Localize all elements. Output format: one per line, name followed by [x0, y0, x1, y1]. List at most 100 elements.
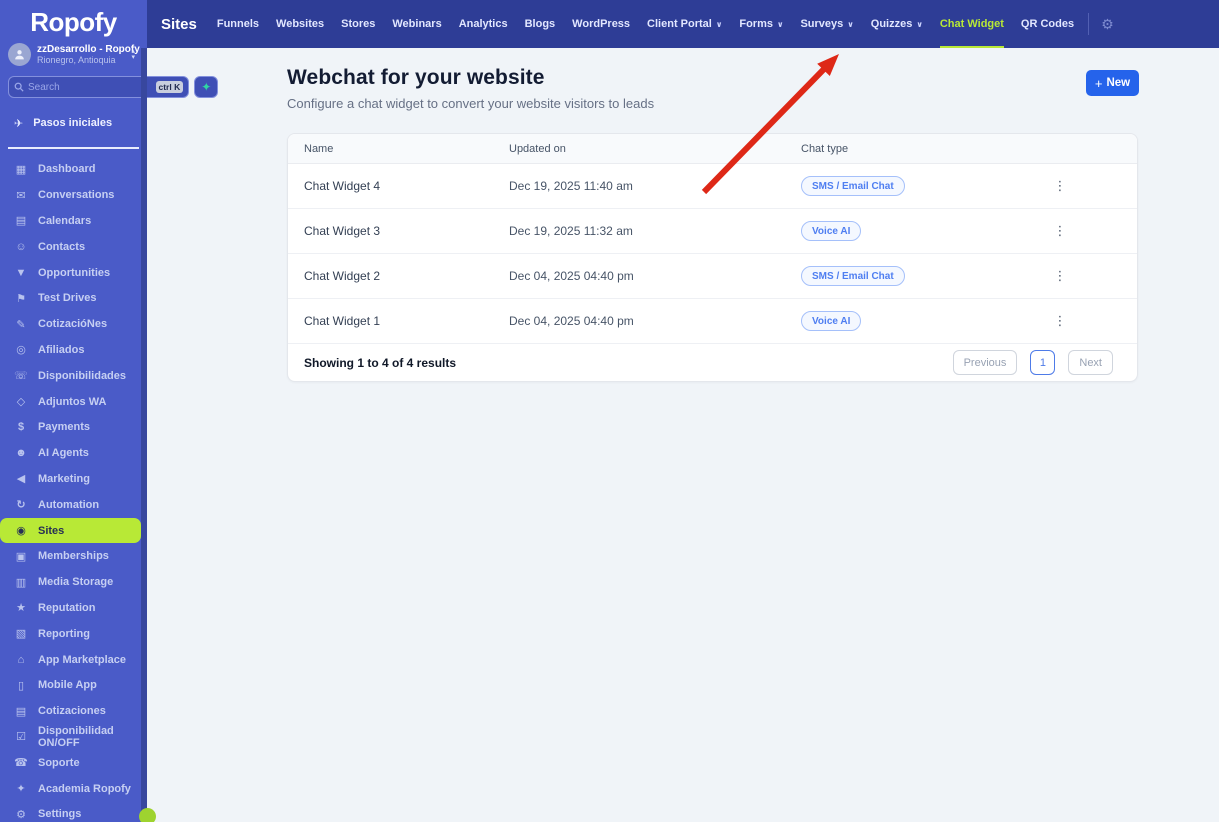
sidebar-item-disponibilidad-onoff[interactable]: ☑ Disponibilidad ON/OFF: [0, 724, 147, 750]
sidebar-item-label: Memberships: [38, 550, 109, 563]
widget-name: Chat Widget 4: [304, 179, 381, 193]
sidebar-divider: [8, 147, 139, 149]
table-row[interactable]: Chat Widget 4 Dec 19, 2025 11:40 am SMS …: [288, 164, 1137, 209]
plus-icon: +: [1094, 75, 1103, 91]
table-row[interactable]: Chat Widget 1 Dec 04, 2025 04:40 pm Voic…: [288, 299, 1137, 344]
sidebar-item-reputation[interactable]: ★ Reputation: [0, 595, 147, 621]
tab-qr-codes[interactable]: QR Codes: [1021, 0, 1074, 48]
paper-plane-icon: ✈: [14, 117, 24, 130]
tab-label: Surveys: [800, 18, 844, 30]
sidebar-item-sites[interactable]: ◉ Sites: [0, 517, 141, 544]
robot-icon: ☻: [15, 447, 27, 460]
chat-bubble-indicator[interactable]: [139, 808, 156, 822]
sidebar-scrollbar[interactable]: [141, 48, 147, 822]
table-row[interactable]: Chat Widget 2 Dec 04, 2025 04:40 pm SMS …: [288, 254, 1137, 299]
sidebar-item-label: Opportunities: [38, 266, 111, 279]
sidebar-item-label: Reputation: [38, 601, 96, 614]
widget-name: Chat Widget 3: [304, 224, 381, 238]
sidebar-item-opportunities[interactable]: ▼ Opportunities: [0, 260, 147, 286]
column-header-updated-on: Updated on: [509, 142, 566, 155]
sidebar-item-adjuntos-wa[interactable]: ◇ Adjuntos WA: [0, 389, 147, 415]
automation-icon: ↻: [16, 499, 26, 512]
ai-sparkle-button[interactable]: ✦: [194, 76, 219, 98]
sidebar-item-payments[interactable]: $ Payments: [0, 414, 147, 440]
tab-surveys[interactable]: Surveys ∨: [800, 0, 853, 48]
sidebar-item-label: Test Drives: [38, 292, 97, 305]
chat-type-badge: Voice AI: [801, 311, 862, 331]
sidebar-item-test-drives[interactable]: ⚑ Test Drives: [0, 285, 147, 311]
page-subtitle: Configure a chat widget to convert your …: [287, 96, 655, 111]
sidebar-item-settings[interactable]: ⚙ Settings: [0, 801, 147, 822]
academy-icon: ✦: [16, 783, 26, 796]
settings-gear-icon[interactable]: ⚙: [1101, 16, 1114, 33]
sidebar: Ropofy zzDesarrollo - Ropofy Rionegro, A…: [0, 0, 219, 822]
tab-quizzes[interactable]: Quizzes ∨: [871, 0, 923, 48]
updated-on: Dec 19, 2025 11:40 am: [509, 179, 633, 193]
sidebar-item-app-marketplace[interactable]: ⌂ App Marketplace: [0, 647, 147, 673]
tab-analytics[interactable]: Analytics: [459, 0, 508, 48]
sidebar-item-automation[interactable]: ↻ Automation: [0, 492, 147, 518]
tab-wordpress[interactable]: WordPress: [572, 0, 630, 48]
sidebar-item-contacts[interactable]: ☺ Contacts: [0, 234, 147, 260]
sidebar-item-dashboard[interactable]: ▦ Dashboard: [0, 157, 147, 183]
dollar-icon: $: [17, 421, 25, 434]
sidebar-item-marketing[interactable]: ◀ Marketing: [0, 466, 147, 492]
quote-doc-icon: ▤: [15, 705, 27, 718]
account-switch-chevrons-icon[interactable]: ▴ ▾: [131, 48, 139, 61]
account-avatar: [8, 43, 31, 66]
account-switcher[interactable]: zzDesarrollo - Ropofy Rionegro, Antioqui…: [0, 38, 147, 66]
previous-button[interactable]: Previous: [952, 350, 1018, 375]
brand-logo: Ropofy: [30, 7, 117, 37]
table-row[interactable]: Chat Widget 3 Dec 19, 2025 11:32 am Voic…: [288, 209, 1137, 254]
star-icon: ★: [16, 602, 26, 615]
main-content: Webchat for your website Configure a cha…: [147, 48, 1219, 822]
sidebar-item-cotizaciones-doc[interactable]: ✎ CotizacióNes: [0, 311, 147, 337]
sidebar-item-reporting[interactable]: ▧ Reporting: [0, 621, 147, 647]
chart-icon: ▧: [15, 628, 27, 641]
new-button[interactable]: + New: [1086, 70, 1139, 96]
sidebar-item-label: Disponibilidades: [38, 369, 127, 382]
sidebar-item-memberships[interactable]: ▣ Memberships: [0, 543, 147, 569]
sidebar-item-label: AI Agents: [38, 447, 89, 460]
tab-funnels[interactable]: Funnels: [217, 0, 259, 48]
sidebar-item-label: Afiliados: [38, 343, 85, 356]
sidebar-item-disponibilidades[interactable]: ☏ Disponibilidades: [0, 363, 147, 389]
updated-on: Dec 04, 2025 04:40 pm: [509, 269, 634, 283]
sidebar-item-conversations[interactable]: ✉ Conversations: [0, 182, 147, 208]
sidebar-item-calendars[interactable]: ▤ Calendars: [0, 208, 147, 234]
sidebar-item-mobile-app[interactable]: ▯ Mobile App: [0, 672, 147, 698]
tab-blogs[interactable]: Blogs: [525, 0, 556, 48]
account-info: zzDesarrollo - Ropofy Rionegro, Antioqui…: [37, 44, 140, 65]
sidebar-item-pasos-iniciales[interactable]: ✈ Pasos iniciales: [0, 111, 147, 135]
globe-icon: ◉: [16, 525, 26, 538]
row-menu-kebab-icon[interactable]: ⋮: [1051, 223, 1069, 239]
tab-chat-widget[interactable]: Chat Widget: [939, 0, 1004, 48]
row-menu-kebab-icon[interactable]: ⋮: [1051, 313, 1069, 329]
tab-label: WordPress: [572, 18, 631, 30]
pagination: Previous 1 Next: [952, 350, 1113, 375]
sidebar-nav-list: ▦ Dashboard ✉ Conversations ▤ Calendars ☺ Co…: [0, 157, 147, 822]
chat-bubble-icon: ✉: [16, 189, 26, 202]
sidebar-item-label: CotizacióNes: [38, 318, 108, 331]
tab-webinars[interactable]: Webinars: [392, 0, 441, 48]
storefront-icon: ⌂: [17, 653, 25, 666]
row-menu-kebab-icon[interactable]: ⋮: [1051, 268, 1069, 284]
sidebar-item-soporte[interactable]: ☎ Soporte: [0, 750, 147, 776]
search-input[interactable]: [28, 81, 152, 93]
sidebar-item-afiliados[interactable]: ◎ Afiliados: [0, 337, 147, 363]
search-box[interactable]: ctrl K: [8, 76, 190, 98]
sidebar-item-academia-ropofy[interactable]: ✦ Academia Ropofy: [0, 776, 147, 802]
sidebar-item-label: Marketing: [38, 472, 90, 485]
sidebar-item-cotizaciones[interactable]: ▤ Cotizaciones: [0, 698, 147, 724]
tab-stores[interactable]: Stores: [341, 0, 375, 48]
updated-on: Dec 19, 2025 11:32 am: [509, 224, 633, 238]
tab-client-portal[interactable]: Client Portal ∨: [647, 0, 722, 48]
page-number-button[interactable]: 1: [1030, 350, 1056, 375]
row-menu-kebab-icon[interactable]: ⋮: [1051, 178, 1069, 194]
sidebar-item-ai-agents[interactable]: ☻ AI Agents: [0, 440, 147, 466]
tab-forms[interactable]: Forms ∨: [739, 0, 783, 48]
sidebar-item-media-storage[interactable]: ▥ Media Storage: [0, 569, 147, 595]
tab-websites[interactable]: Websites: [276, 0, 324, 48]
calendar-icon: ▤: [15, 215, 27, 228]
next-button[interactable]: Next: [1068, 350, 1113, 375]
